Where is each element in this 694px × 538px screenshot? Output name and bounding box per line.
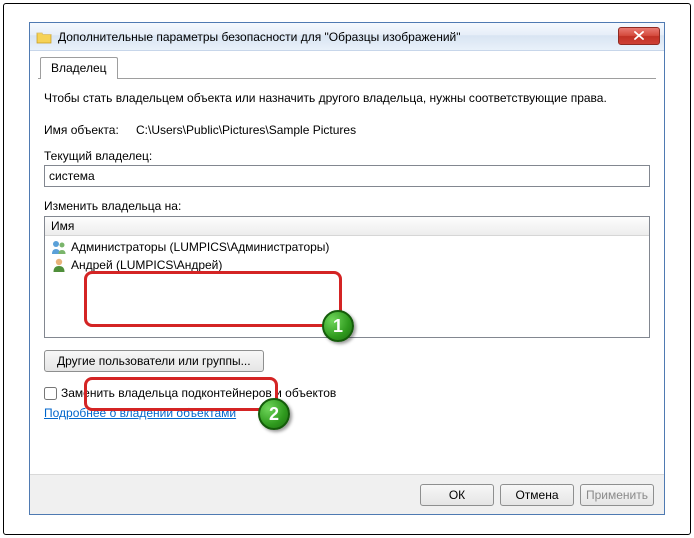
dialog-buttons: ОК Отмена Применить [30, 474, 664, 514]
owner-list-header[interactable]: Имя [45, 217, 649, 236]
current-owner-label: Текущий владелец: [44, 149, 650, 163]
tab-baseline [38, 78, 656, 79]
tab-owner[interactable]: Владелец [40, 57, 118, 79]
list-item-label: Администраторы (LUMPICS\Администраторы) [71, 240, 329, 254]
owner-list-body: Администраторы (LUMPICS\Администраторы) … [45, 236, 649, 276]
tabstrip: Владелец [40, 57, 118, 79]
object-name-label: Имя объекта: [44, 123, 136, 137]
object-name-value: C:\Users\Public\Pictures\Sample Pictures [136, 123, 356, 137]
other-users-button[interactable]: Другие пользователи или группы... [44, 350, 264, 372]
current-owner-field: система [44, 165, 650, 187]
description-text: Чтобы стать владельцем объекта или назна… [44, 91, 650, 105]
list-item[interactable]: Администраторы (LUMPICS\Администраторы) [49, 238, 645, 256]
owner-list[interactable]: Имя Администраторы (LUMPICS\Администрато… [44, 216, 650, 338]
titlebar[interactable]: Дополнительные параметры безопасности дл… [30, 23, 664, 51]
dialog-body: Владелец Чтобы стать владельцем объекта … [30, 51, 664, 514]
replace-owner-checkbox[interactable] [44, 387, 57, 400]
apply-button[interactable]: Применить [580, 484, 654, 506]
dialog-window: Дополнительные параметры безопасности дл… [29, 22, 665, 515]
close-button[interactable] [618, 27, 660, 45]
group-icon [51, 239, 67, 255]
change-owner-label: Изменить владельца на: [44, 199, 650, 213]
replace-owner-row[interactable]: Заменить владельца подконтейнеров и объе… [44, 386, 650, 400]
cancel-button[interactable]: Отмена [500, 484, 574, 506]
window-title: Дополнительные параметры безопасности дл… [58, 30, 618, 44]
list-item[interactable]: Андрей (LUMPICS\Андрей) [49, 256, 645, 274]
tab-content: Чтобы стать владельцем объекта или назна… [44, 85, 650, 472]
ok-button[interactable]: ОК [420, 484, 494, 506]
object-name-row: Имя объекта: C:\Users\Public\Pictures\Sa… [44, 123, 650, 137]
replace-owner-label: Заменить владельца подконтейнеров и объе… [61, 386, 336, 400]
folder-icon [36, 30, 52, 44]
list-item-label: Андрей (LUMPICS\Андрей) [71, 258, 222, 272]
learn-more-link[interactable]: Подробнее о владении объектами [44, 406, 236, 420]
user-icon [51, 257, 67, 273]
